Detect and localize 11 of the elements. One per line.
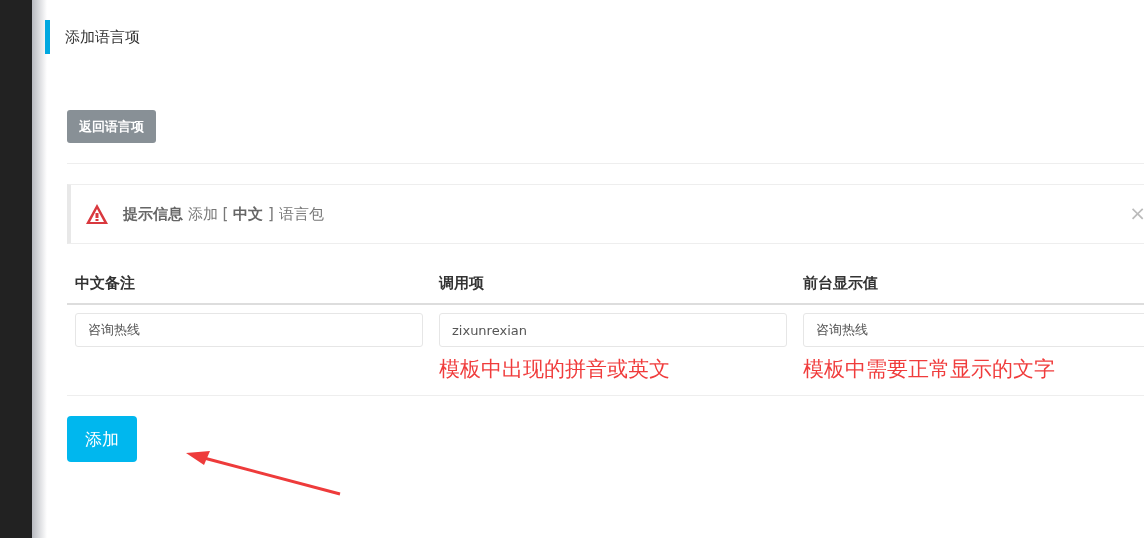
column-header: 前台显示值: [795, 264, 1144, 305]
input-field[interactable]: zixunrexian: [439, 313, 787, 347]
annotation-text: 模板中出现的拼音或英文: [439, 357, 670, 381]
column-header: 中文备注: [67, 264, 431, 305]
input-field[interactable]: 咨询热线: [803, 313, 1144, 347]
warning-icon: [85, 203, 109, 225]
column-header: 调用项: [431, 264, 795, 305]
input-field[interactable]: 咨询热线: [75, 313, 423, 347]
annotation-text: 模板中需要正常显示的文字: [803, 357, 1055, 381]
page-title: 添加语言项: [65, 27, 140, 47]
alert-message: 提示信息 添加 [ 中文 ] 语言包: [123, 204, 324, 224]
